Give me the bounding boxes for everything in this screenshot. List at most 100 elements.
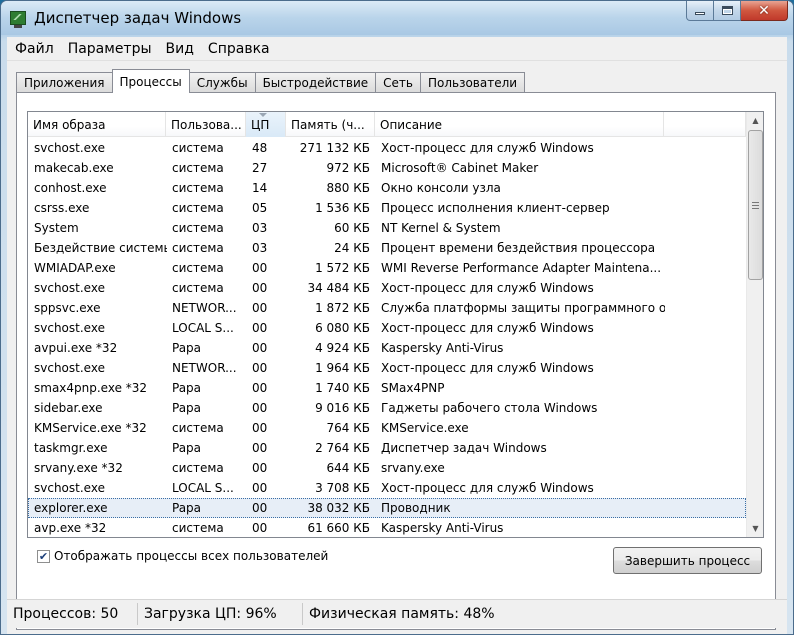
scroll-thumb[interactable]	[748, 130, 763, 280]
title-bar[interactable]: Диспетчер задач Windows ✕	[1, 1, 793, 35]
process-row[interactable]: srvany.exe *32 система 00 644 КБ srvany.exe	[28, 458, 746, 478]
status-cpu-usage: Загрузка ЦП: 96%	[138, 603, 303, 625]
cell-memory: 1 572 КБ	[315, 261, 370, 275]
cell-description: Microsoft® Cabinet Maker	[381, 161, 539, 175]
process-row[interactable]: conhost.exe система 14 880 КБ Окно консоли у…	[28, 178, 746, 198]
cell-memory: 880 КБ	[326, 181, 370, 195]
cell-user: система	[172, 461, 224, 475]
status-physical-memory: Физическая память: 48%	[309, 606, 495, 622]
cell-cpu: 00	[252, 341, 268, 355]
cell-image-name: svchost.exe	[34, 281, 105, 295]
column-header-cpu[interactable]: ЦП	[246, 112, 286, 137]
process-row[interactable]: Бездействие системы система 03 24 КБ Процент…	[28, 238, 746, 258]
menu-file[interactable]: Файл	[7, 41, 60, 57]
column-header-user[interactable]: Пользова...	[166, 112, 246, 137]
cell-cpu: 48	[252, 141, 268, 155]
column-header-memory[interactable]: Память (ч...	[286, 112, 375, 137]
window-title: Диспетчер задач Windows	[34, 9, 242, 27]
task-manager-window: Диспетчер задач Windows ✕ Файл Параметры…	[0, 0, 794, 635]
minimize-button[interactable]	[686, 1, 714, 21]
menu-options[interactable]: Параметры	[60, 41, 158, 57]
menu-view[interactable]: Вид	[158, 41, 200, 57]
show-all-users-label[interactable]: Отображать процессы всех пользователей	[54, 549, 328, 563]
cell-memory: 3 708 КБ	[315, 481, 370, 495]
show-all-users-option[interactable]: ✔ Отображать процессы всех пользователей	[37, 549, 328, 563]
maximize-button[interactable]	[714, 1, 741, 21]
cell-description: Kaspersky Anti-Virus	[381, 521, 504, 535]
scroll-down-button[interactable]: ▼	[747, 520, 763, 537]
tab-services[interactable]: Службы	[188, 72, 256, 93]
process-row[interactable]: svchost.exe LOCAL S... 00 6 080 КБ Хост-проц…	[28, 318, 746, 338]
cell-image-name: sidebar.exe	[34, 401, 103, 415]
process-row[interactable]: WMIADAP.exe система 00 1 572 КБ WMI Reverse …	[28, 258, 746, 278]
cell-user: Papa	[172, 401, 202, 415]
list-header: Имя образа Пользова... ЦП Память (ч... О…	[28, 112, 746, 137]
show-all-users-checkbox[interactable]: ✔	[37, 549, 50, 563]
tab-applications[interactable]: Приложения	[16, 72, 113, 93]
cell-description: Гаджеты рабочего стола Windows	[381, 401, 598, 415]
cell-user: система	[172, 241, 224, 255]
cell-memory: 972 КБ	[326, 161, 370, 175]
process-row[interactable]: svchost.exe NETWOR... 00 1 964 КБ Хост-проце…	[28, 358, 746, 378]
cell-user: система	[172, 141, 224, 155]
end-process-button[interactable]: Завершить процесс	[613, 547, 762, 574]
cell-description: NT Kernel & System	[381, 221, 501, 235]
cell-image-name: taskmgr.exe	[34, 441, 108, 455]
arrow-down-icon: ▼	[752, 524, 759, 533]
cell-image-name: System	[34, 221, 79, 235]
cell-image-name: KMService.exe *32	[34, 421, 147, 435]
process-row[interactable]: taskmgr.exe Papa 00 2 764 КБ Диспетчер задач…	[28, 438, 746, 458]
cell-memory: 24 КБ	[334, 241, 370, 255]
scroll-up-button[interactable]: ▲	[747, 112, 763, 129]
process-row[interactable]: csrss.exe система 05 1 536 КБ Процесс исполн…	[28, 198, 746, 218]
process-list[interactable]: Имя образа Пользова... ЦП Память (ч... О…	[27, 111, 764, 538]
cell-image-name: svchost.exe	[34, 361, 105, 375]
process-row[interactable]: makecab.exe система 27 972 КБ Microsoft® Cab…	[28, 158, 746, 178]
process-row[interactable]: explorer.exe Papa 00 38 032 КБ Проводник	[28, 498, 746, 518]
cell-cpu: 00	[252, 461, 268, 475]
process-row[interactable]: System система 03 60 КБ NT Kernel & System	[28, 218, 746, 238]
cell-description: Процесс исполнения клиент-сервер	[381, 201, 610, 215]
cell-image-name: Бездействие системы	[34, 241, 167, 255]
status-process-count: Процессов: 50	[7, 603, 138, 625]
cell-description: Служба платформы защиты программного о..…	[381, 301, 665, 315]
cell-memory: 60 КБ	[334, 221, 370, 235]
tab-performance[interactable]: Быстродействие	[254, 72, 377, 93]
process-row[interactable]: svchost.exe система 48 271 132 КБ Хост-проце…	[28, 138, 746, 158]
tab-users[interactable]: Пользователи	[419, 72, 526, 93]
process-row[interactable]: svchost.exe LOCAL S... 00 3 708 КБ Хост-проц…	[28, 478, 746, 498]
menu-help[interactable]: Справка	[200, 41, 276, 57]
process-row[interactable]: avp.exe *32 система 00 61 660 КБ Kaspersky A…	[28, 518, 746, 537]
column-header-image-name[interactable]: Имя образа	[28, 112, 166, 137]
cell-cpu: 00	[252, 381, 268, 395]
process-row[interactable]: smax4pnp.exe *32 Papa 00 1 740 КБ SMax4PNP	[28, 378, 746, 398]
cell-user: система	[172, 521, 224, 535]
cell-cpu: 00	[252, 501, 268, 515]
cell-user: Papa	[172, 441, 202, 455]
cell-description: Процент времени бездействия процессора	[381, 241, 656, 255]
process-row[interactable]: sppsvc.exe NETWOR... 00 1 872 КБ Служба плат…	[28, 298, 746, 318]
process-row[interactable]: avpui.exe *32 Papa 00 4 924 КБ Kaspersky Ant…	[28, 338, 746, 358]
maximize-icon	[721, 6, 733, 15]
process-row[interactable]: KMService.exe *32 система 00 764 КБ KMServic…	[28, 418, 746, 438]
column-header-description[interactable]: Описание	[375, 112, 664, 137]
cell-description: KMService.exe	[381, 421, 469, 435]
cell-cpu: 00	[252, 521, 268, 535]
cell-image-name: svchost.exe	[34, 481, 105, 495]
cell-description: Хост-процесс для служб Windows	[381, 141, 594, 155]
cell-cpu: 00	[252, 321, 268, 335]
cell-cpu: 05	[252, 201, 268, 215]
cell-cpu: 03	[252, 221, 268, 235]
process-row[interactable]: svchost.exe система 00 34 484 КБ Хост-процес…	[28, 278, 746, 298]
tab-processes[interactable]: Процессы	[111, 69, 190, 93]
cell-cpu: 00	[252, 281, 268, 295]
process-row[interactable]: sidebar.exe Papa 00 9 016 КБ Гаджеты рабочег…	[28, 398, 746, 418]
cell-user: система	[172, 261, 224, 275]
vertical-scrollbar[interactable]: ▲ ▼	[746, 112, 763, 537]
cell-memory: 9 016 КБ	[315, 401, 370, 415]
tab-networking[interactable]: Сеть	[375, 72, 421, 93]
close-button[interactable]: ✕	[741, 1, 788, 21]
cell-image-name: avp.exe *32	[34, 521, 107, 535]
cell-description: Kaspersky Anti-Virus	[381, 341, 504, 355]
cell-description: Диспетчер задач Windows	[381, 441, 547, 455]
